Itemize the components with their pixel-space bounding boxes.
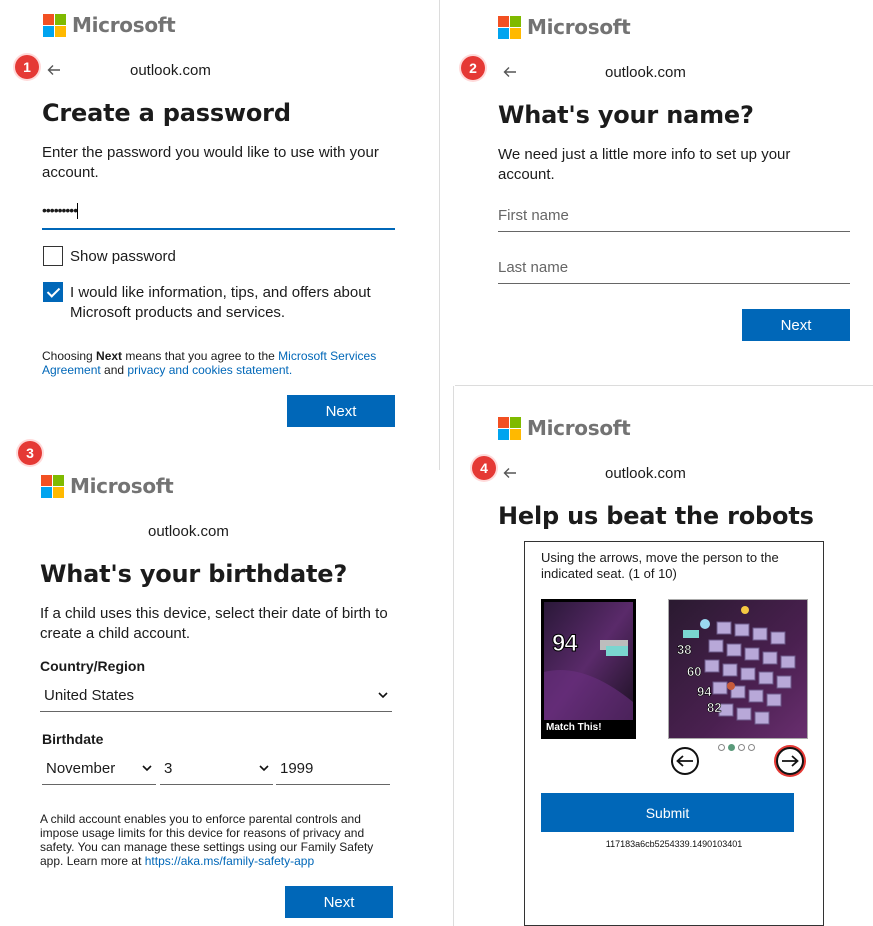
microsoft-logo: Microsoft (43, 12, 176, 38)
captcha-submit-button[interactable]: Submit (541, 793, 794, 832)
captcha-target-art (544, 602, 633, 722)
back-arrow-icon (503, 67, 516, 77)
seat-label: 38 (677, 642, 692, 658)
captcha-seat-image: 38 60 94 82 (668, 599, 808, 739)
password-input[interactable]: ••••••••• (42, 202, 395, 230)
brand-name: Microsoft (72, 13, 176, 37)
account-email: outlook.com (148, 523, 229, 540)
captcha-prev-button[interactable] (671, 747, 699, 775)
country-select[interactable]: United States (40, 685, 392, 712)
first-name-input[interactable]: First name (498, 207, 850, 232)
chevron-down-icon (142, 765, 152, 772)
brand-name: Microsoft (527, 416, 631, 440)
country-label: Country/Region (40, 658, 145, 674)
brand-name: Microsoft (527, 15, 631, 39)
page-description: Enter the password you would like to use… (42, 144, 379, 181)
child-account-info: A child account enables you to enforce p… (40, 812, 374, 868)
step-badge: 3 (18, 441, 42, 465)
carousel-dot (738, 744, 745, 751)
show-password-label: Show password (70, 248, 176, 265)
step-badge: 4 (472, 456, 496, 480)
microsoft-logo-icon (43, 13, 66, 37)
divider-bottom-right (453, 386, 454, 926)
day-select[interactable]: 3 (160, 758, 273, 785)
page-title: What's your birthdate? (40, 560, 348, 588)
account-email: outlook.com (605, 64, 686, 81)
captcha-target-number: 94 (552, 630, 579, 658)
info-opt-in-checkbox[interactable] (43, 282, 63, 302)
chevron-down-icon (259, 765, 269, 772)
last-name-input[interactable]: Last name (498, 259, 850, 284)
seat-label: 82 (707, 700, 722, 716)
carousel-dot (718, 744, 725, 751)
brand-name: Microsoft (70, 474, 174, 498)
captcha-instruction: Using the arrows, move the person to the… (541, 550, 779, 581)
back-button[interactable] (47, 63, 61, 77)
next-button[interactable]: Next (742, 309, 850, 341)
captcha-frame: Using the arrows, move the person to the… (524, 541, 824, 926)
password-value: ••••••••• (42, 202, 78, 218)
next-button[interactable]: Next (287, 395, 395, 427)
captcha-carousel-dots (718, 744, 755, 751)
match-label: Match This! (544, 720, 633, 736)
birthdate-label: Birthdate (42, 731, 104, 747)
microsoft-logo-icon (498, 15, 521, 39)
page-description: If a child uses this device, select thei… (40, 605, 388, 642)
microsoft-logo-icon (498, 416, 521, 440)
microsoft-logo: Microsoft (498, 14, 631, 40)
page-title: Help us beat the robots (498, 502, 814, 530)
month-select[interactable]: November (42, 758, 156, 785)
step-badge: 2 (461, 56, 485, 80)
year-input[interactable]: 1999 (276, 758, 390, 785)
carousel-dot (748, 744, 755, 751)
page-title: What's your name? (498, 101, 754, 129)
chevron-down-icon (378, 692, 388, 699)
account-email: outlook.com (605, 465, 686, 482)
page-description: We need just a little more info to set u… (498, 146, 791, 183)
legal-text: Choosing Next means that you agree to th… (42, 349, 377, 377)
microsoft-logo-icon (41, 474, 64, 498)
arrow-left-icon (676, 755, 693, 767)
privacy-statement-link[interactable]: privacy and cookies statement. (127, 363, 292, 377)
divider-right-horizontal (455, 385, 873, 386)
seat-label: 94 (697, 684, 712, 700)
microsoft-logo: Microsoft (41, 473, 174, 499)
captcha-next-button[interactable] (776, 747, 804, 775)
show-password-checkbox[interactable] (43, 246, 63, 266)
arrow-right-icon (782, 755, 799, 767)
back-arrow-icon (47, 65, 60, 75)
next-button[interactable]: Next (285, 886, 393, 918)
captcha-target-image: 94 Match This! (541, 599, 636, 739)
back-arrow-icon (503, 468, 516, 478)
carousel-dot (728, 744, 735, 751)
page-title: Create a password (42, 99, 291, 127)
step-badge: 1 (15, 55, 39, 79)
info-opt-in-label: I would like information, tips, and offe… (70, 284, 371, 321)
captcha-id: 117183a6cb5254339.1490103401 (605, 839, 743, 849)
microsoft-logo: Microsoft (498, 415, 631, 441)
back-button[interactable] (503, 466, 517, 480)
back-button[interactable] (503, 65, 517, 79)
seat-label: 60 (687, 664, 702, 680)
divider-top-left (439, 0, 440, 470)
family-safety-link[interactable]: https://aka.ms/family-safety-app (145, 854, 314, 868)
account-email: outlook.com (130, 62, 211, 79)
